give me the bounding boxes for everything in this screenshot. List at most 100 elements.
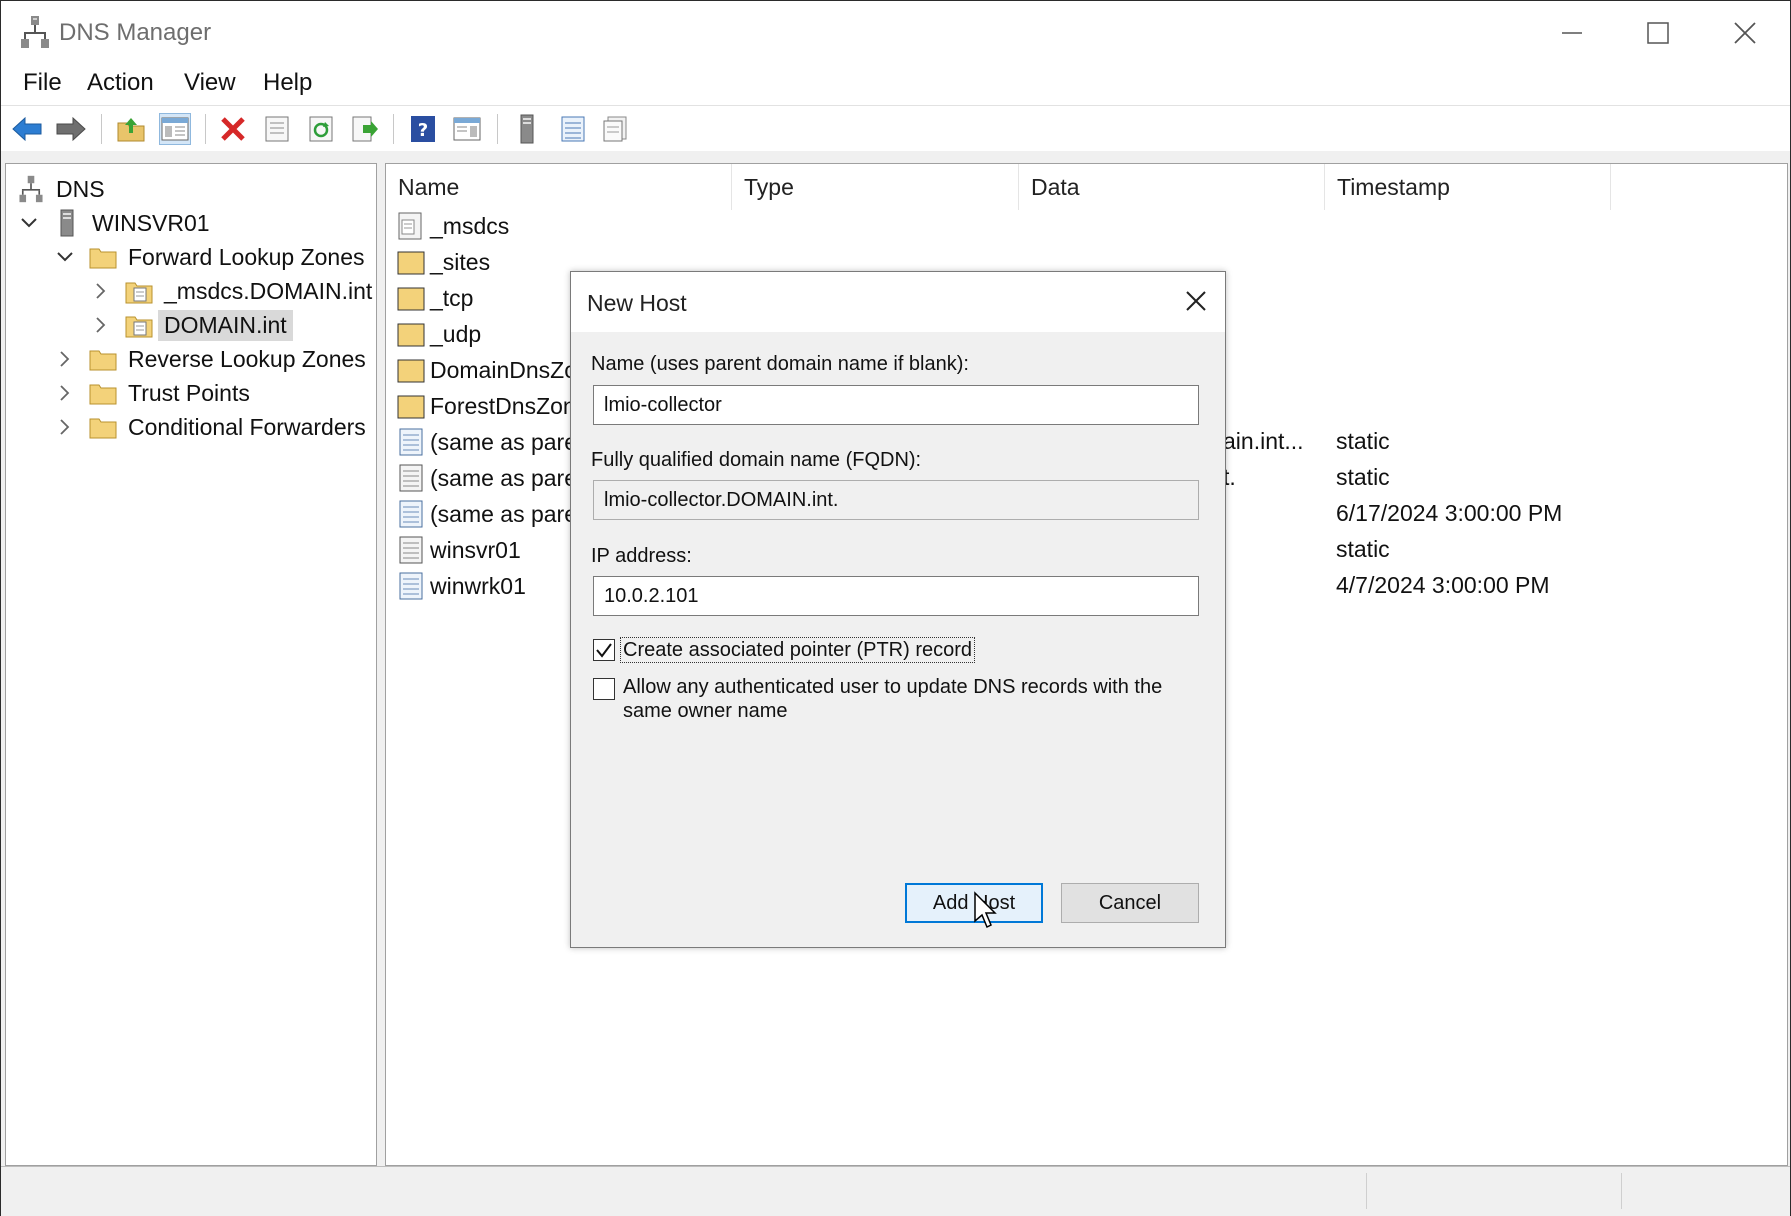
column-header-timestamp[interactable]: Timestamp: [1325, 164, 1611, 210]
tree-item-trust-points[interactable]: Trust Points: [54, 376, 250, 410]
folder-icon: [396, 391, 426, 421]
fqdn-label: Fully qualified domain name (FQDN):: [591, 449, 922, 471]
record-timestamp: 4/7/2024 3:00:00 PM: [1336, 572, 1550, 598]
folder-icon: [88, 243, 118, 271]
host-name-input[interactable]: lmio-collector: [593, 385, 1199, 425]
ip-address-input[interactable]: 10.0.2.101: [593, 576, 1199, 616]
clipboard-icon[interactable]: [599, 113, 631, 145]
tree-label: Forward Lookup Zones: [128, 243, 365, 270]
tree-label: Trust Points: [128, 379, 250, 406]
list-item[interactable]: _tcp: [396, 281, 473, 315]
show-action-pane-icon[interactable]: [451, 113, 483, 145]
dialog-title: New Host: [587, 290, 687, 316]
chevron-right-icon[interactable]: [90, 280, 112, 302]
chevron-right-icon[interactable]: [54, 416, 76, 438]
record-name: _msdcs: [430, 212, 510, 239]
ptr-record-checkbox[interactable]: [593, 639, 615, 661]
tree-label: Conditional Forwarders: [128, 413, 366, 440]
tree-item-forward-lookup-zones[interactable]: Forward Lookup Zones: [54, 240, 365, 274]
record-name: _tcp: [430, 284, 474, 311]
help-icon[interactable]: ?: [407, 113, 439, 145]
close-icon[interactable]: [1720, 13, 1770, 53]
maximize-icon[interactable]: [1633, 13, 1683, 53]
record-name: winwrk01: [430, 572, 526, 599]
name-label: Name (uses parent domain name if blank):: [591, 353, 969, 375]
delegation-icon: [396, 211, 426, 241]
record-name: DomainDnsZc: [430, 356, 576, 383]
up-folder-icon[interactable]: [115, 113, 147, 145]
tree-item-msdcs-zone[interactable]: _msdcs.DOMAIN.int: [90, 274, 372, 308]
allow-update-label-line1: Allow any authenticated user to update D…: [623, 676, 1163, 698]
properties-icon[interactable]: [261, 113, 293, 145]
forward-arrow-icon[interactable]: [55, 113, 87, 145]
allow-update-label-line2: same owner name: [623, 700, 788, 722]
record-timestamp: static: [1336, 464, 1390, 490]
close-icon[interactable]: [1181, 286, 1211, 316]
tree-item-reverse-lookup-zones[interactable]: Reverse Lookup Zones: [54, 342, 366, 376]
menu-file[interactable]: File: [23, 69, 62, 97]
show-hide-console-tree-icon[interactable]: [159, 113, 191, 145]
console-tree: DNS WINSVR01 Forward Lookup Zones _msdcs…: [5, 163, 377, 1166]
folder-icon: [88, 379, 118, 407]
folder-icon: [396, 355, 426, 385]
tree-item-dns[interactable]: DNS: [16, 172, 105, 206]
list-item[interactable]: ForestDnsZon: [396, 389, 576, 423]
dns-manager-window: DNS Manager File Action View Help ? DNS …: [0, 0, 1791, 1216]
menu-bar: File Action View Help: [1, 65, 1790, 105]
folder-icon: [396, 247, 426, 277]
tree-item-domain-int-zone[interactable]: DOMAIN.int: [90, 308, 293, 342]
menu-help[interactable]: Help: [263, 69, 312, 97]
list-item[interactable]: winwrk01: [396, 569, 526, 603]
menu-action[interactable]: Action: [87, 69, 154, 97]
allow-update-checkbox[interactable]: [593, 678, 615, 700]
chevron-right-icon[interactable]: [90, 314, 112, 336]
list-item[interactable]: _udp: [396, 317, 481, 351]
column-header-name[interactable]: Name: [386, 164, 732, 210]
menu-view[interactable]: View: [184, 69, 236, 97]
chevron-right-icon[interactable]: [54, 348, 76, 370]
zone-icon: [124, 311, 154, 339]
list-item[interactable]: (same as pare: [396, 461, 577, 495]
list-item[interactable]: winsvr01: [396, 533, 521, 567]
ptr-record-label[interactable]: Create associated pointer (PTR) record: [619, 637, 976, 663]
list-item[interactable]: (same as pare: [396, 425, 577, 459]
svg-text:?: ?: [418, 120, 428, 141]
record-icon: [396, 427, 426, 457]
tree-item-conditional-forwarders[interactable]: Conditional Forwarders: [54, 410, 366, 444]
record-name: ForestDnsZon: [430, 392, 576, 419]
record-name: (same as pare: [430, 500, 578, 527]
folder-icon: [88, 345, 118, 373]
tree-label: DOMAIN.int: [158, 309, 293, 341]
list-item[interactable]: (same as pare: [396, 497, 577, 531]
list-item[interactable]: DomainDnsZc: [396, 353, 576, 387]
refresh-icon[interactable]: [305, 113, 337, 145]
chevron-right-icon[interactable]: [54, 382, 76, 404]
record-icon: [396, 535, 426, 565]
list-icon[interactable]: [557, 113, 589, 145]
allow-update-label[interactable]: Allow any authenticated user to update D…: [623, 675, 1162, 723]
server-icon: [52, 209, 82, 237]
window-title: DNS Manager: [59, 19, 212, 46]
column-header-type[interactable]: Type: [732, 164, 1019, 210]
record-timestamp: static: [1336, 428, 1390, 454]
tree-label: _msdcs.DOMAIN.int: [164, 277, 373, 304]
list-item[interactable]: _sites: [396, 245, 490, 279]
folder-icon: [88, 413, 118, 441]
toolbar: ?: [1, 105, 1790, 153]
server-icon[interactable]: [511, 113, 543, 145]
list-item[interactable]: _msdcs: [396, 209, 509, 243]
column-header-data[interactable]: Data: [1019, 164, 1325, 210]
dns-app-icon: [21, 15, 49, 49]
cancel-button[interactable]: Cancel: [1061, 883, 1199, 923]
minimize-icon[interactable]: [1547, 13, 1597, 53]
tree-item-winsvr01[interactable]: WINSVR01: [18, 206, 210, 240]
record-name: winsvr01: [430, 536, 521, 563]
export-list-icon[interactable]: [349, 113, 381, 145]
delete-icon[interactable]: [217, 113, 249, 145]
add-host-button[interactable]: Add Host: [905, 883, 1043, 923]
back-arrow-icon[interactable]: [11, 113, 43, 145]
record-name: _sites: [430, 248, 491, 275]
chevron-down-icon[interactable]: [18, 212, 40, 234]
dialog-title-bar: New Host: [571, 272, 1225, 332]
chevron-down-icon[interactable]: [54, 246, 76, 268]
